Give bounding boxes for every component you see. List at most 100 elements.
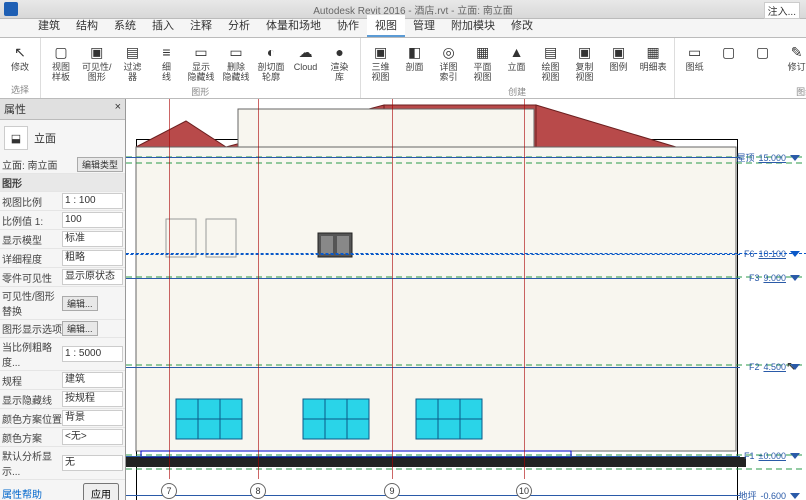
grid-bubble: 7 xyxy=(161,483,177,499)
ribbon-tab-修改[interactable]: 修改 xyxy=(503,15,541,37)
ribbon-button[interactable]: ✎修订 xyxy=(781,40,806,75)
ribbon-button[interactable]: ▤绘图视图 xyxy=(535,40,567,85)
ribbon-icon: ▢ xyxy=(719,42,739,62)
ribbon-icon: ▭ xyxy=(226,42,246,62)
ribbon-button[interactable]: ◧剖面 xyxy=(399,40,431,75)
grid-line-9[interactable]: 9 xyxy=(384,483,400,499)
prop-value[interactable]: 标准 xyxy=(62,231,123,247)
level-marker-地坪[interactable]: 地坪-0.600 xyxy=(738,489,800,500)
ribbon-button[interactable]: ▲立面 xyxy=(501,40,533,75)
section-line[interactable] xyxy=(126,253,806,254)
prop-value[interactable]: 无 xyxy=(62,455,123,471)
prop-value[interactable]: 显示原状态 xyxy=(62,269,123,285)
ribbon-button[interactable]: ▢ xyxy=(713,40,745,65)
level-head-icon xyxy=(790,275,800,281)
ribbon-button[interactable]: ▦明细表 xyxy=(637,40,670,75)
ribbon-tabs: 建筑结构系统插入注释分析体量和场地协作视图管理附加模块修改 xyxy=(0,19,806,38)
close-icon[interactable]: × xyxy=(115,101,121,117)
ribbon-button[interactable]: ●渲染库 xyxy=(324,40,356,85)
ribbon-icon: ▣ xyxy=(371,42,391,62)
grid-bubble: 9 xyxy=(384,483,400,499)
ribbon-label: 修改 xyxy=(11,63,29,73)
prop-value[interactable]: 100 xyxy=(62,212,123,228)
ribbon-icon: ↖ xyxy=(10,42,30,62)
ribbon-button[interactable]: ▤过滤器 xyxy=(117,40,149,85)
level-name: 地坪 xyxy=(738,489,756,500)
ribbon-button[interactable]: ▣三维视图 xyxy=(365,40,397,85)
prop-key: 颜色方案位置 xyxy=(2,411,62,426)
ribbon-button[interactable]: ▭删除隐藏线 xyxy=(220,40,253,85)
ribbon-tab-结构[interactable]: 结构 xyxy=(68,15,106,37)
ribbon-button[interactable]: ▣图例 xyxy=(603,40,635,75)
ribbon-body: ↖修改选择▢视图样板▣可见性/图形▤过滤器≡细线▭显示隐藏线▭删除隐藏线◐剖切面… xyxy=(0,38,806,99)
ribbon-tab-视图[interactable]: 视图 xyxy=(367,15,405,37)
level-head-icon xyxy=(790,364,800,370)
ribbon-tab-插入[interactable]: 插入 xyxy=(144,15,182,37)
ribbon-button[interactable]: ▢ xyxy=(747,40,779,65)
edit-type-button[interactable]: 编辑类型 xyxy=(77,157,123,172)
prop-edit-button[interactable]: 编辑... xyxy=(62,321,98,336)
ribbon-button[interactable]: ▢视图样板 xyxy=(45,40,77,85)
ribbon-icon: ▦ xyxy=(643,42,663,62)
ribbon-group-图形: ▢视图样板▣可见性/图形▤过滤器≡细线▭显示隐藏线▭删除隐藏线◐剖切面轮廓☁Cl… xyxy=(41,38,361,98)
selector-label[interactable]: 立面: 南立面 xyxy=(2,157,77,172)
ribbon-button[interactable]: ↖修改 xyxy=(4,40,36,75)
ribbon-icon: ≡ xyxy=(157,42,177,62)
group-label: 图纸组合 xyxy=(679,85,806,98)
grid-line-8[interactable]: 8 xyxy=(250,483,266,499)
ribbon-group-创建: ▣三维视图◧剖面◎详图索引▦平面视图▲立面▤绘图视图▣复制视图▣图例▦明细表创建 xyxy=(361,38,675,98)
prop-key: 颜色方案 xyxy=(2,430,62,445)
level-head-icon xyxy=(790,155,800,161)
prop-value[interactable]: 建筑 xyxy=(62,372,123,388)
ribbon-tab-注释[interactable]: 注释 xyxy=(182,15,220,37)
prop-value[interactable]: 1 : 100 xyxy=(62,193,123,209)
ribbon-button[interactable]: ▣复制视图 xyxy=(569,40,601,85)
prop-value[interactable]: 按规程 xyxy=(62,391,123,407)
ribbon-tab-协作[interactable]: 协作 xyxy=(329,15,367,37)
prop-value[interactable]: 粗略 xyxy=(62,250,123,266)
level-head-icon xyxy=(790,453,800,459)
ribbon-button[interactable]: ▭显示隐藏线 xyxy=(185,40,218,85)
prop-value[interactable]: 背景 xyxy=(62,410,123,426)
ribbon-icon: ▦ xyxy=(473,42,493,62)
ribbon-tab-系统[interactable]: 系统 xyxy=(106,15,144,37)
prop-value[interactable]: 1 : 5000 xyxy=(62,346,123,362)
ribbon-button[interactable]: ≡细线 xyxy=(151,40,183,85)
prop-value[interactable]: <无> xyxy=(62,429,123,445)
prop-key: 当比例粗略度... xyxy=(2,339,62,369)
properties-help-link[interactable]: 属性帮助 xyxy=(2,486,62,500)
grid-line-7[interactable]: 7 xyxy=(161,483,177,499)
grid-line xyxy=(169,99,170,479)
apply-button[interactable]: 应用 xyxy=(83,483,119,500)
ribbon-icon: ☁ xyxy=(296,42,316,62)
prop-key: 默认分析显示... xyxy=(2,448,62,478)
level-name: F2 xyxy=(741,362,759,372)
level-marker-F1[interactable]: F1±0.000 xyxy=(737,451,800,461)
ribbon-tab-附加模块[interactable]: 附加模块 xyxy=(443,15,503,37)
ribbon-button[interactable]: ▦平面视图 xyxy=(467,40,499,85)
ribbon-group-选择: ↖修改选择 xyxy=(0,38,41,98)
ribbon-button[interactable]: ◎详图索引 xyxy=(433,40,465,85)
grid-line-10[interactable]: 10 xyxy=(516,483,532,499)
ribbon-label: 三维视图 xyxy=(372,63,390,83)
level-elevation: 4.500 xyxy=(763,362,786,372)
level-marker-F6[interactable]: F610.100 xyxy=(736,249,800,259)
ribbon-button[interactable]: ☁Cloud xyxy=(290,40,322,75)
level-marker-屋顶[interactable]: 屋顶15.000 xyxy=(736,151,800,164)
ribbon-tab-体量和场地[interactable]: 体量和场地 xyxy=(258,15,329,37)
level-marker-F3[interactable]: F39.000 xyxy=(741,273,800,283)
qat-item[interactable]: 注入... xyxy=(764,2,800,19)
drawing-canvas[interactable]: 屋顶15.000 F610.100 F39.000 F2 4.500 F1±0.000 地坪… xyxy=(126,99,806,500)
ribbon-label: 图纸 xyxy=(686,63,704,73)
prop-key: 详细程度 xyxy=(2,251,62,266)
ribbon-tab-建筑[interactable]: 建筑 xyxy=(30,15,68,37)
ribbon-label: 可见性/图形 xyxy=(82,63,112,83)
ribbon-tab-分析[interactable]: 分析 xyxy=(220,15,258,37)
ribbon-tab-管理[interactable]: 管理 xyxy=(405,15,443,37)
ribbon-button[interactable]: ◐剖切面轮廓 xyxy=(255,40,288,85)
ribbon-button[interactable]: ▣可见性/图形 xyxy=(79,40,115,85)
ribbon-button[interactable]: ▭图纸 xyxy=(679,40,711,75)
ribbon-icon: ▢ xyxy=(753,42,773,62)
level-marker-F2[interactable]: F2 4.500 xyxy=(741,362,800,372)
prop-edit-button[interactable]: 编辑... xyxy=(62,296,98,311)
